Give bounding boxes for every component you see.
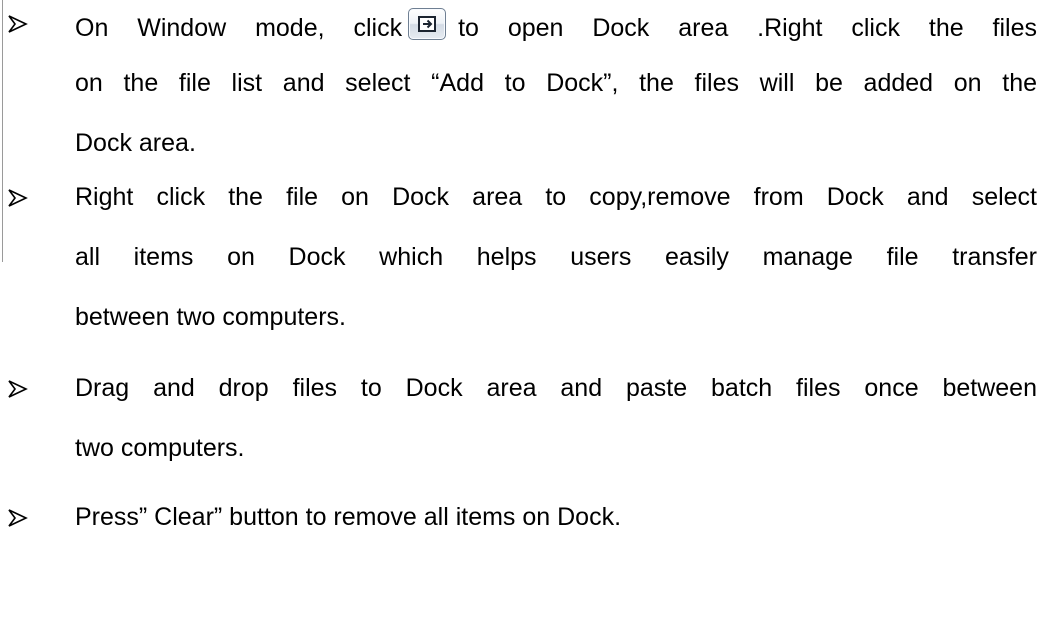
item-2-line-3: between two computers. bbox=[75, 303, 346, 331]
item-1-line-2: on the file list and select “Add to Dock… bbox=[75, 69, 1037, 97]
arrow-bullet-icon bbox=[7, 188, 29, 208]
item-1-line-1-before: On Window mode, click bbox=[75, 14, 403, 42]
item-2-line-1: Right click the file on Dock area to cop… bbox=[75, 183, 1037, 211]
item-1-line-1-after: to open Dock area .Right click the files bbox=[458, 14, 1037, 42]
left-margin-rule bbox=[2, 0, 3, 262]
item-1-line-3: Dock area. bbox=[75, 129, 196, 157]
dock-toggle-icon bbox=[418, 16, 437, 32]
item-3-line-1: Drag and drop files to Dock area and pas… bbox=[75, 374, 1037, 402]
item-4-line-1: Press” Clear” button to remove all items… bbox=[75, 503, 622, 531]
arrow-bullet-icon bbox=[7, 14, 29, 34]
arrow-bullet-icon bbox=[7, 379, 29, 399]
item-2-line-2: all items on Dock which helps users easi… bbox=[75, 243, 1037, 271]
arrow-bullet-icon bbox=[7, 508, 29, 528]
item-3-line-2: two computers. bbox=[75, 434, 245, 462]
item-1-line-1: On Window mode, click to open Dock area .… bbox=[75, 8, 1037, 43]
dock-toggle-button[interactable] bbox=[408, 8, 447, 40]
